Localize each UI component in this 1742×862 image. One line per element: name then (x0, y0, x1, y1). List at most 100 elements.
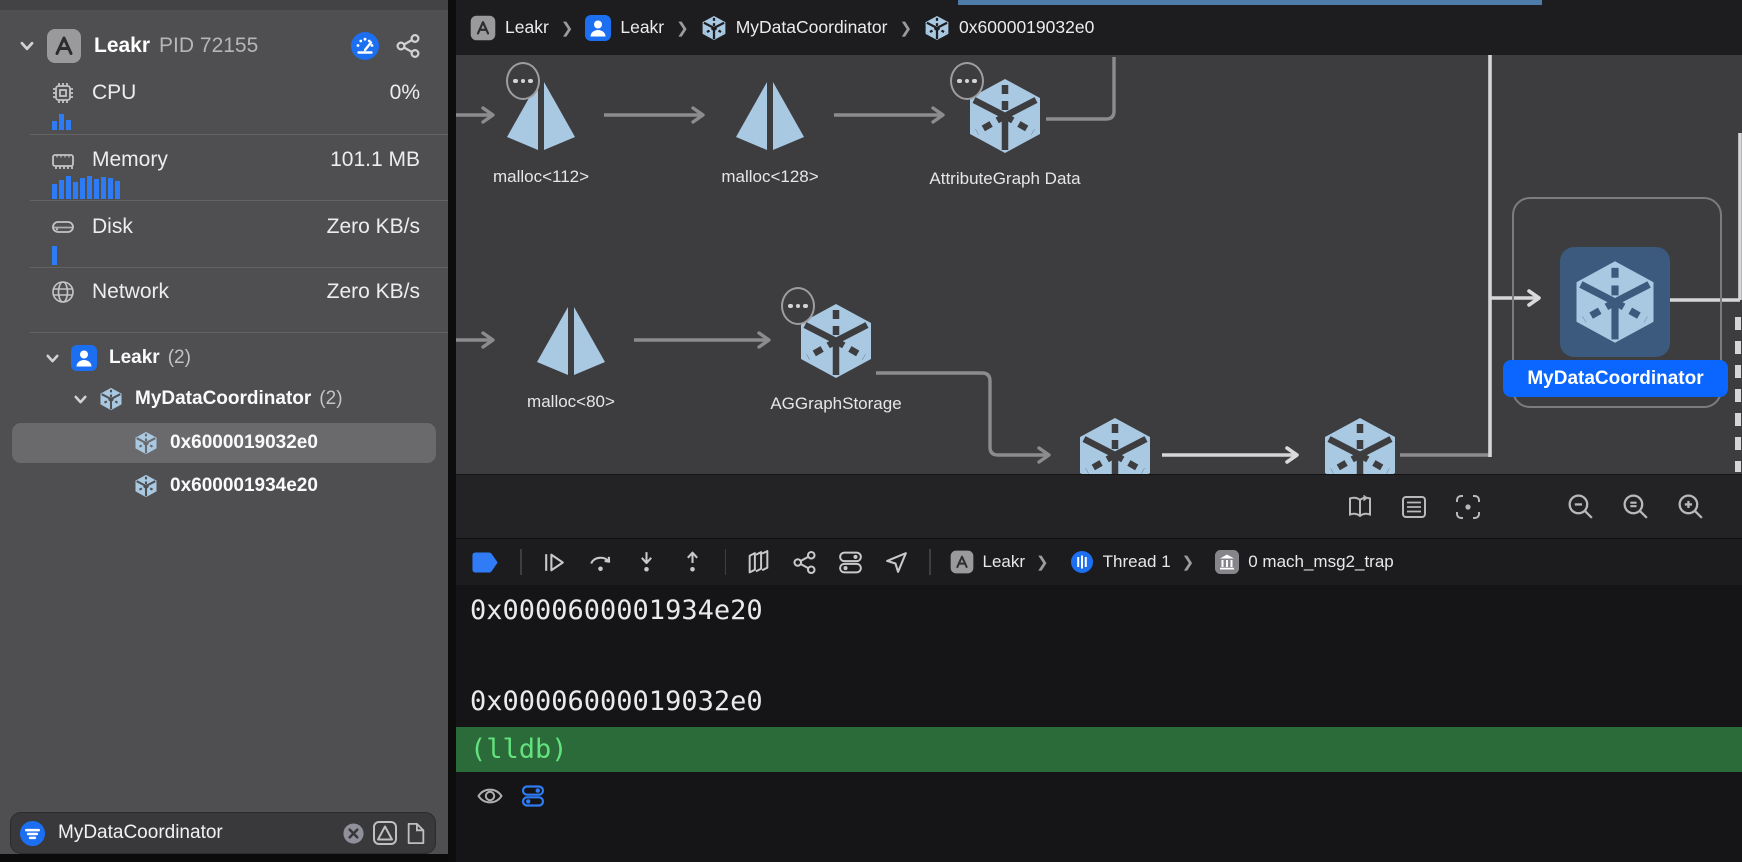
focus-selected-icon[interactable] (1453, 492, 1483, 522)
clear-filter-icon[interactable] (342, 822, 365, 845)
step-over-icon[interactable] (587, 549, 614, 576)
simulate-location-icon[interactable] (883, 549, 910, 576)
scroll-indicator-bar[interactable] (958, 0, 1542, 5)
debug-breadcrumb-thread[interactable]: Thread 1 ❯ (1070, 550, 1197, 574)
pyramid-icon (732, 78, 808, 154)
metric-row-memory[interactable]: Memory 101.1 MB (0, 143, 448, 177)
node-label: malloc<112> (493, 167, 589, 187)
gauge-icon[interactable] (350, 31, 380, 61)
filter-icon[interactable] (19, 820, 46, 847)
ellipsis-badge[interactable] (950, 62, 984, 100)
graph-node-attributegraph[interactable]: AttributeGraph Data (895, 76, 1115, 189)
step-into-icon[interactable] (633, 549, 660, 576)
filter-input[interactable] (56, 821, 342, 845)
graph-node-partial[interactable] (1250, 415, 1470, 474)
graph-node-malloc112[interactable]: malloc<112> (456, 78, 651, 187)
chevron-down-icon[interactable] (44, 350, 61, 367)
tree-row-process[interactable]: Leakr (2) (0, 340, 191, 376)
process-header-row[interactable]: Leakr PID 72155 (0, 26, 448, 66)
thread-icon (1070, 550, 1094, 574)
document-filter-button[interactable] (405, 821, 427, 846)
cpu-sparkline (52, 114, 71, 130)
book-navigator-icon[interactable] (1345, 492, 1375, 522)
breadcrumb-app[interactable]: Leakr (470, 15, 549, 41)
console-filter-bar (476, 782, 546, 810)
console-output-line: 0x0000600001934e20 (470, 595, 763, 626)
view-hierarchy-icon[interactable] (745, 549, 772, 576)
pyramid-icon (533, 303, 609, 379)
breadcrumb-class[interactable]: MyDataCoordinator (701, 15, 888, 41)
ellipsis-badge[interactable] (781, 287, 815, 325)
chevron-down-icon[interactable] (18, 37, 36, 55)
tree-item-label: MyDataCoordinator (135, 388, 311, 410)
metric-value: Zero KB/s (327, 215, 420, 239)
zoom-in-icon[interactable] (1675, 491, 1706, 522)
selected-node-label[interactable]: MyDataCoordinator (1503, 360, 1728, 397)
tree-row-instance[interactable]: 0x600001934e20 (0, 468, 318, 504)
cube-icon (924, 15, 950, 41)
disk-icon (50, 214, 76, 240)
memory-graph-share-icon[interactable] (791, 549, 818, 576)
debug-breadcrumb-frame[interactable]: 0 mach_msg2_trap (1215, 550, 1394, 574)
metric-row-disk[interactable]: Disk Zero KB/s (0, 210, 448, 244)
environment-overrides-icon[interactable] (837, 549, 864, 576)
tree-item-label: 0x600001934e20 (170, 475, 318, 497)
cube-icon (99, 387, 123, 411)
person-icon (71, 345, 97, 371)
debug-console[interactable]: 0x0000600001934e20 0x00006000019032e0 (l… (456, 585, 1742, 862)
metric-label: Disk (92, 215, 133, 239)
graph-node-mydatacoordinator[interactable] (1560, 247, 1670, 357)
navigator-filter-bar (10, 812, 436, 854)
node-label: AttributeGraph Data (929, 169, 1080, 189)
tree-item-count: (2) (168, 347, 191, 369)
breadcrumb-instance[interactable]: 0x6000019032e0 (924, 15, 1094, 41)
metric-row-cpu[interactable]: CPU 0% (0, 76, 448, 110)
zoom-out-icon[interactable] (1565, 491, 1596, 522)
separator (30, 267, 448, 268)
debugbar-separator (725, 549, 727, 575)
graph-node-aggraphstorage[interactable]: AGGraphStorage (726, 301, 946, 414)
app-icon (470, 15, 496, 41)
breadcrumb-process[interactable]: Leakr (585, 15, 664, 41)
metric-label: CPU (92, 81, 136, 105)
graph-toolbar (456, 474, 1742, 538)
pane-divider[interactable] (448, 0, 456, 862)
breakpoints-toggle-icon[interactable] (472, 550, 501, 575)
zoom-actual-size-icon[interactable] (1620, 491, 1651, 522)
memory-graph-canvas[interactable]: malloc<112> malloc<128> AttributeGraph D… (456, 55, 1742, 474)
continue-execution-icon[interactable] (541, 549, 568, 576)
node-label: AGGraphStorage (770, 394, 901, 414)
graph-node-malloc128[interactable]: malloc<128> (660, 78, 880, 187)
leaks-filter-button[interactable] (372, 820, 398, 846)
debugbar-separator (929, 549, 931, 575)
stack-frame-icon (1215, 550, 1239, 574)
ellipsis-badge[interactable] (506, 62, 540, 100)
breadcrumb-label: MyDataCoordinator (736, 17, 888, 38)
breadcrumb-label: 0x6000019032e0 (959, 17, 1094, 38)
step-out-icon[interactable] (679, 549, 706, 576)
memory-table-icon[interactable] (1399, 492, 1429, 522)
tree-item-label: 0x6000019032e0 (170, 432, 318, 454)
memory-graph-share-icon[interactable] (394, 32, 422, 60)
breadcrumb-label: Leakr (505, 17, 549, 38)
graph-node-partial[interactable] (1005, 415, 1225, 474)
metric-row-network[interactable]: Network Zero KB/s (0, 275, 448, 309)
tree-item-label: Leakr (109, 347, 160, 369)
eye-icon[interactable] (476, 782, 504, 810)
debug-breadcrumb-process[interactable]: Leakr ❯ (950, 550, 1051, 574)
process-name: Leakr (94, 34, 150, 58)
breadcrumb-chevron: ❯ (899, 19, 912, 37)
tree-row-class[interactable]: MyDataCoordinator (2) (0, 381, 343, 417)
separator (30, 332, 448, 333)
chevron-down-icon[interactable] (72, 391, 89, 408)
output-toggles-icon[interactable] (520, 783, 546, 809)
breadcrumb-chevron: ❯ (1036, 553, 1049, 571)
memory-sparkline (52, 176, 120, 199)
breadcrumb-chevron: ❯ (561, 19, 574, 37)
tree-row-instance-selected[interactable]: 0x6000019032e0 (0, 425, 318, 461)
graph-node-malloc80[interactable]: malloc<80> (461, 303, 681, 412)
metric-value: 0% (390, 81, 420, 105)
lldb-prompt-row[interactable]: (lldb) (456, 727, 1742, 772)
app-icon (950, 550, 974, 574)
window-bottom-edge (0, 854, 448, 862)
